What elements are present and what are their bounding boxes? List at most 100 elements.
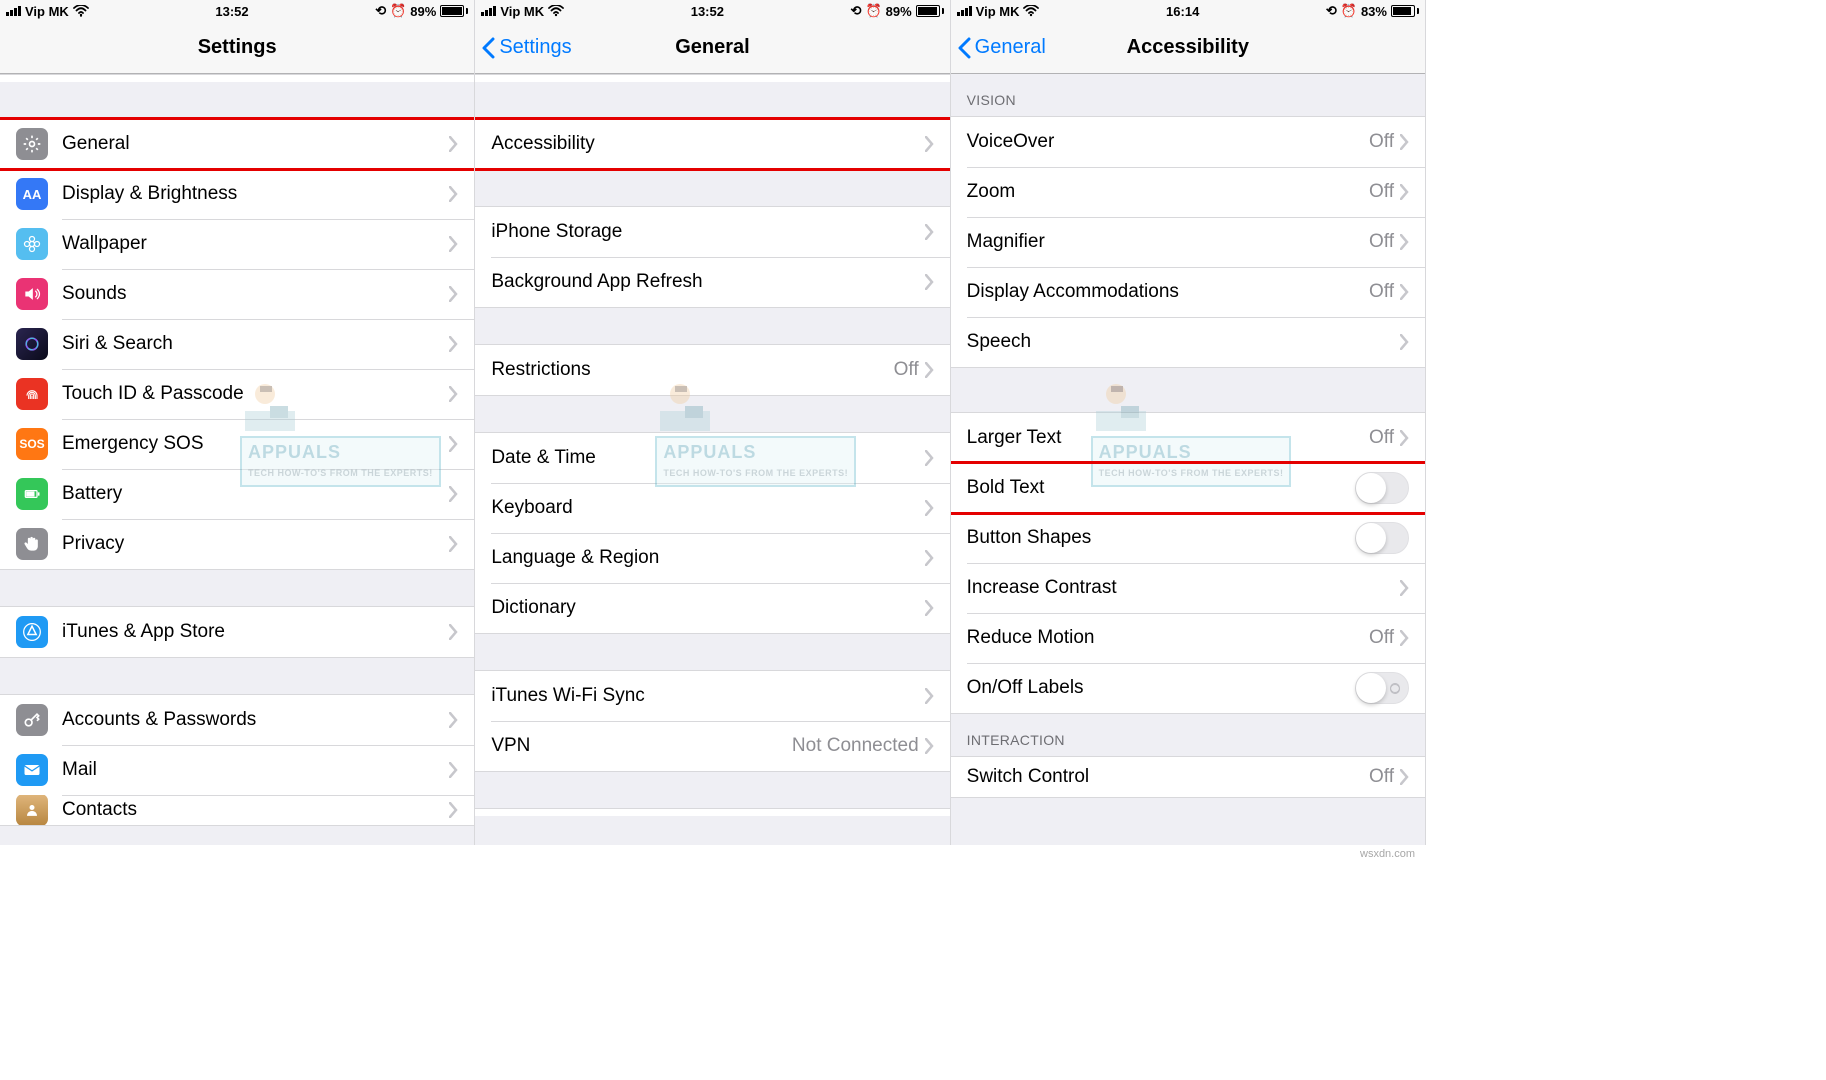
row-label: VPN xyxy=(491,735,792,757)
rosette-icon xyxy=(16,228,48,260)
chevron-right-icon xyxy=(449,536,458,552)
row-background-refresh[interactable]: Background App Refresh xyxy=(475,257,949,307)
row-keyboard[interactable]: Keyboard xyxy=(475,483,949,533)
row-emergency-sos[interactable]: SOS Emergency SOS xyxy=(0,419,474,469)
clock-label: 13:52 xyxy=(691,4,724,19)
page-title: Settings xyxy=(198,36,277,59)
cellular-signal-icon xyxy=(957,6,972,16)
page-title: Accessibility xyxy=(1127,36,1249,59)
row-voiceover[interactable]: VoiceOverOff xyxy=(951,117,1425,167)
row-accessibility[interactable]: Accessibility xyxy=(475,119,949,169)
row-itunes-wifi-sync[interactable]: iTunes Wi-Fi Sync xyxy=(475,671,949,721)
row-button-shapes[interactable]: Button Shapes xyxy=(951,513,1425,563)
row-value: Off xyxy=(1369,231,1394,253)
row-display-accommodations[interactable]: Display AccommodationsOff xyxy=(951,267,1425,317)
row-privacy[interactable]: Privacy xyxy=(0,519,474,569)
row-label: Larger Text xyxy=(967,427,1369,449)
toggle-onoff-labels[interactable] xyxy=(1355,672,1409,704)
chevron-right-icon xyxy=(1400,580,1409,596)
chevron-right-icon xyxy=(1400,334,1409,350)
row-label: Background App Refresh xyxy=(491,271,924,293)
battery-icon xyxy=(1391,5,1419,17)
row-dictionary[interactable]: Dictionary xyxy=(475,583,949,633)
back-button[interactable]: General xyxy=(957,36,1046,59)
siri-icon xyxy=(16,328,48,360)
orientation-lock-icon: ⟲ xyxy=(851,3,862,19)
row-label: Bold Text xyxy=(967,477,1355,499)
row-speech[interactable]: Speech xyxy=(951,317,1425,367)
row-wallpaper[interactable]: Wallpaper xyxy=(0,219,474,269)
row-display-brightness[interactable]: AA Display & Brightness xyxy=(0,169,474,219)
chevron-right-icon xyxy=(449,336,458,352)
row-label: Siri & Search xyxy=(62,333,449,355)
row-label: Dictionary xyxy=(491,597,924,619)
chevron-right-icon xyxy=(1400,630,1409,646)
row-general[interactable]: General xyxy=(0,119,474,169)
battery-percent: 83% xyxy=(1361,4,1387,19)
row-contacts[interactable]: Contacts xyxy=(0,795,474,825)
row-label: iTunes Wi-Fi Sync xyxy=(491,685,924,707)
row-battery[interactable]: Battery xyxy=(0,469,474,519)
orientation-lock-icon: ⟲ xyxy=(375,3,386,19)
row-zoom[interactable]: ZoomOff xyxy=(951,167,1425,217)
row-reduce-motion[interactable]: Reduce MotionOff xyxy=(951,613,1425,663)
row-switch-control[interactable]: Switch ControlOff xyxy=(951,757,1425,797)
row-touchid[interactable]: Touch ID & Passcode xyxy=(0,369,474,419)
row-increase-contrast[interactable]: Increase Contrast xyxy=(951,563,1425,613)
row-sounds[interactable]: Sounds xyxy=(0,269,474,319)
row-language-region[interactable]: Language & Region xyxy=(475,533,949,583)
back-label: General xyxy=(975,36,1046,59)
row-larger-text[interactable]: Larger TextOff xyxy=(951,413,1425,463)
clock-label: 13:52 xyxy=(215,4,248,19)
row-itunes-appstore[interactable]: iTunes & App Store xyxy=(0,607,474,657)
back-button[interactable]: Settings xyxy=(481,36,571,59)
row-restrictions[interactable]: RestrictionsOff xyxy=(475,345,949,395)
nav-bar: Settings xyxy=(0,22,474,74)
chevron-right-icon xyxy=(449,436,458,452)
toggle-button-shapes[interactable] xyxy=(1355,522,1409,554)
cellular-signal-icon xyxy=(6,6,21,16)
row-iphone-storage[interactable]: iPhone Storage xyxy=(475,207,949,257)
row-bold-text[interactable]: Bold Text xyxy=(951,463,1425,513)
row-label: Sounds xyxy=(62,283,449,305)
carrier-label: Vip MK xyxy=(976,4,1020,19)
chevron-right-icon xyxy=(925,600,934,616)
row-label: Keyboard xyxy=(491,497,924,519)
row-mail[interactable]: Mail xyxy=(0,745,474,795)
row-label: Switch Control xyxy=(967,766,1369,788)
chevron-right-icon xyxy=(449,136,458,152)
row-label: Display Accommodations xyxy=(967,281,1369,303)
chevron-right-icon xyxy=(449,186,458,202)
row-label: Touch ID & Passcode xyxy=(62,383,449,405)
row-siri[interactable]: Siri & Search xyxy=(0,319,474,369)
row-label: iPhone Storage xyxy=(491,221,924,243)
key-icon xyxy=(16,704,48,736)
chevron-right-icon xyxy=(449,486,458,502)
text-size-icon: AA xyxy=(16,178,48,210)
row-label: Increase Contrast xyxy=(967,577,1400,599)
chevron-right-icon xyxy=(925,550,934,566)
battery-percent: 89% xyxy=(886,4,912,19)
section-header-interaction: INTERACTION xyxy=(951,714,1425,756)
row-value: Not Connected xyxy=(792,735,919,757)
row-onoff-labels[interactable]: On/Off Labels xyxy=(951,663,1425,713)
row-label: Date & Time xyxy=(491,447,924,469)
gear-icon xyxy=(16,128,48,160)
orientation-lock-icon: ⟲ xyxy=(1326,3,1337,19)
row-label: Contacts xyxy=(62,799,449,821)
chevron-right-icon xyxy=(1400,234,1409,250)
status-bar: Vip MK 13:52 ⟲ ⏰ 89% xyxy=(0,0,474,22)
row-date-time[interactable]: Date & Time xyxy=(475,433,949,483)
clock-label: 16:14 xyxy=(1166,4,1199,19)
chevron-right-icon xyxy=(925,738,934,754)
row-vpn[interactable]: VPNNot Connected xyxy=(475,721,949,771)
row-label: iTunes & App Store xyxy=(62,621,449,643)
chevron-right-icon xyxy=(925,136,934,152)
row-value: Off xyxy=(1369,766,1394,788)
sos-icon: SOS xyxy=(16,428,48,460)
status-bar: Vip MK 13:52 ⟲⏰89% xyxy=(475,0,949,22)
toggle-bold-text[interactable] xyxy=(1355,472,1409,504)
settings-group-itunes: iTunes & App Store xyxy=(0,606,474,658)
row-magnifier[interactable]: MagnifierOff xyxy=(951,217,1425,267)
row-accounts-passwords[interactable]: Accounts & Passwords xyxy=(0,695,474,745)
